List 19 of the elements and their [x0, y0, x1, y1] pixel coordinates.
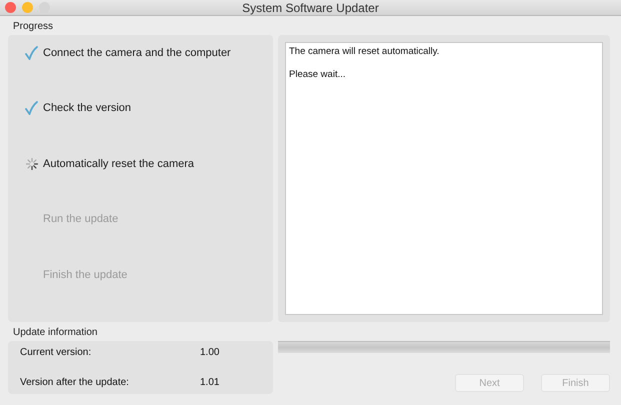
step-label: Connect the camera and the computer: [43, 46, 231, 61]
window-title: System Software Updater: [242, 0, 379, 14]
section-label: Update information: [12, 326, 98, 340]
info-label: Version after the update:: [20, 377, 130, 388]
step-label: Automatically reset the camera: [43, 156, 194, 172]
checkmark-icon: [25, 46, 38, 60]
info-label: Current version:: [20, 347, 92, 358]
close-button[interactable]: [5, 2, 16, 13]
step-label: Finish the update: [43, 268, 128, 283]
message-text: The camera will reset automatically.: [289, 46, 440, 57]
section-label: Progress: [12, 20, 54, 34]
version-value: 1.00: [200, 347, 220, 358]
step-label: Run the update: [43, 212, 118, 228]
message-text: Please wait...: [289, 69, 346, 80]
spinner-icon: [26, 158, 38, 170]
step-label: Check the version: [43, 101, 132, 116]
minimize-button[interactable]: [22, 2, 33, 13]
checkmark-icon: [25, 101, 38, 116]
version-value: 1.01: [200, 377, 220, 388]
